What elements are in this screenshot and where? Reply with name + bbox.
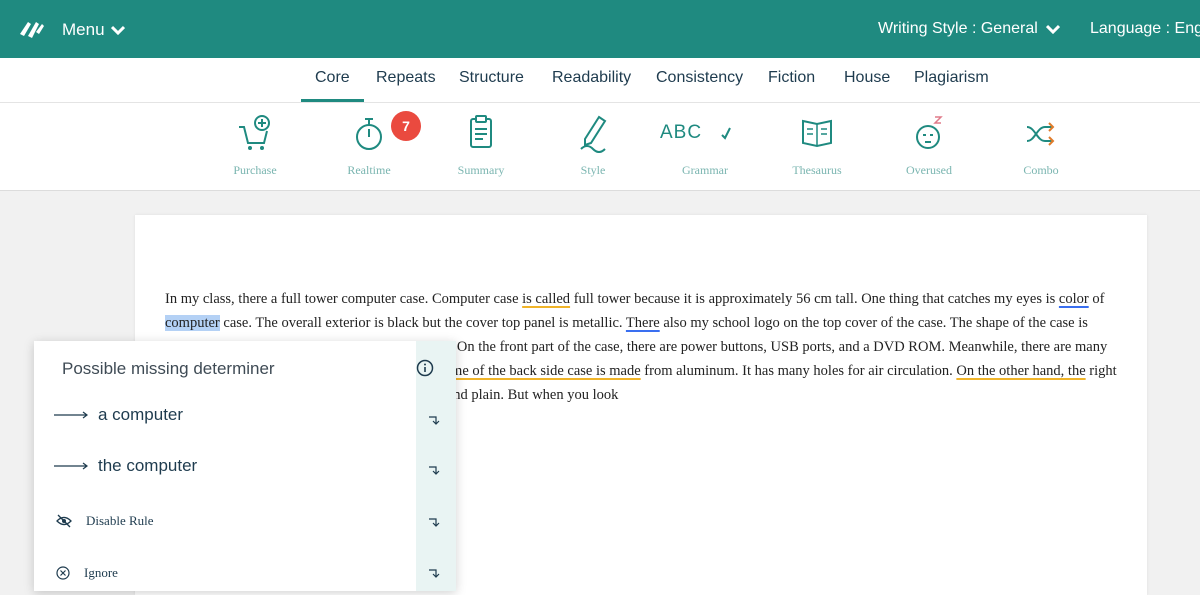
pen-icon (580, 115, 607, 153)
chevron-down-icon (1045, 24, 1060, 34)
sleepy-face-icon (916, 116, 943, 149)
tool-purchase[interactable]: Purchase (210, 113, 300, 178)
disable-rule-button[interactable]: Disable Rule (56, 513, 154, 529)
flagged-phrase[interactable]: There (626, 315, 660, 331)
language-label: Language : English (1090, 20, 1200, 37)
text-segment: from aluminum. It has many holes for air… (640, 363, 957, 379)
clipboard-icon (470, 115, 492, 148)
return-arrow-icon[interactable] (426, 413, 440, 427)
book-icon (802, 119, 832, 148)
action-label: Ignore (84, 565, 118, 580)
check-icon (721, 127, 731, 140)
selected-word[interactable]: computer (165, 315, 220, 331)
menu-label: Menu (62, 20, 105, 39)
tool-summary[interactable]: Summary (436, 113, 526, 178)
arrow-right-icon (54, 411, 88, 419)
flagged-phrase[interactable]: color (1059, 291, 1089, 307)
tool-overused[interactable]: Overused (884, 113, 974, 178)
top-bar: Menu Writing Style : General Language : … (0, 0, 1200, 58)
tool-combo[interactable]: Combo (996, 113, 1086, 178)
ignore-button[interactable]: Ignore (56, 565, 118, 581)
text-segment: full tower because it is approximately 5… (570, 291, 1059, 307)
flagged-phrase[interactable]: is called (522, 291, 570, 307)
tool-label: Summary (457, 163, 505, 177)
report-tabs: Core Repeats Structure Readability Consi… (0, 58, 1200, 103)
writing-style-dropdown[interactable]: Writing Style : General (878, 20, 1060, 38)
action-label: Disable Rule (86, 513, 154, 528)
abc-check-icon: ABC (660, 113, 750, 153)
suggestion-popup: Possible missing determiner a computer t… (34, 341, 456, 591)
circle-x-icon (56, 566, 70, 580)
eye-off-icon (56, 514, 72, 528)
tool-label: Purchase (233, 163, 277, 177)
tab-core[interactable]: Core (301, 69, 364, 102)
tools-bar: Purchase Realtime Summary Style ABC Gram… (0, 103, 1200, 191)
text-segment: case. The overall exterior is black but … (219, 315, 626, 331)
text-segment: of (1088, 291, 1105, 307)
return-arrow-icon[interactable] (426, 463, 440, 477)
tab-repeats[interactable]: Repeats (376, 69, 436, 87)
language-dropdown[interactable]: Language : English (1090, 20, 1200, 38)
return-arrow-icon[interactable] (426, 515, 440, 529)
info-icon[interactable] (416, 359, 434, 377)
chevron-down-icon (110, 25, 125, 35)
tool-label: Combo (1023, 163, 1059, 177)
tab-readability[interactable]: Readability (552, 69, 631, 87)
tool-thesaurus[interactable]: Thesaurus (772, 113, 862, 178)
shuffle-icon (1026, 122, 1055, 146)
realtime-badge: 7 (391, 111, 421, 141)
popup-title: Possible missing determiner (62, 359, 275, 378)
cart-plus-icon (239, 115, 270, 150)
return-arrow-icon[interactable] (426, 566, 440, 580)
tab-consistency[interactable]: Consistency (656, 69, 743, 87)
tool-label: Thesaurus (792, 163, 842, 177)
tab-fiction[interactable]: Fiction (768, 69, 815, 87)
tab-plagiarism[interactable]: Plagiarism (914, 69, 989, 87)
suggestion-a-computer[interactable]: a computer (54, 405, 183, 425)
writing-style-label: Writing Style : General (878, 20, 1038, 37)
text-segment: In my class, there a full tower computer… (165, 291, 523, 307)
tool-label: Style (580, 163, 606, 177)
tool-label: Overused (906, 163, 952, 177)
stopwatch-icon (356, 118, 382, 150)
tool-grammar[interactable]: ABC Grammar (660, 113, 750, 178)
tool-label: Grammar (682, 163, 728, 177)
suggestion-label: the computer (98, 456, 198, 475)
menu-button[interactable]: Menu (62, 20, 125, 40)
tool-style[interactable]: Style (548, 113, 638, 178)
suggestion-the-computer[interactable]: the computer (54, 456, 197, 476)
suggestion-label: a computer (98, 405, 184, 424)
arrow-right-icon (54, 462, 88, 470)
tab-structure[interactable]: Structure (459, 69, 524, 87)
flagged-phrase[interactable]: On the other hand, the (956, 363, 1085, 379)
tool-label: Realtime (347, 163, 391, 177)
grammar-glyph: ABC (660, 122, 703, 143)
logo-icon (20, 22, 44, 38)
tab-house[interactable]: House (844, 69, 890, 87)
